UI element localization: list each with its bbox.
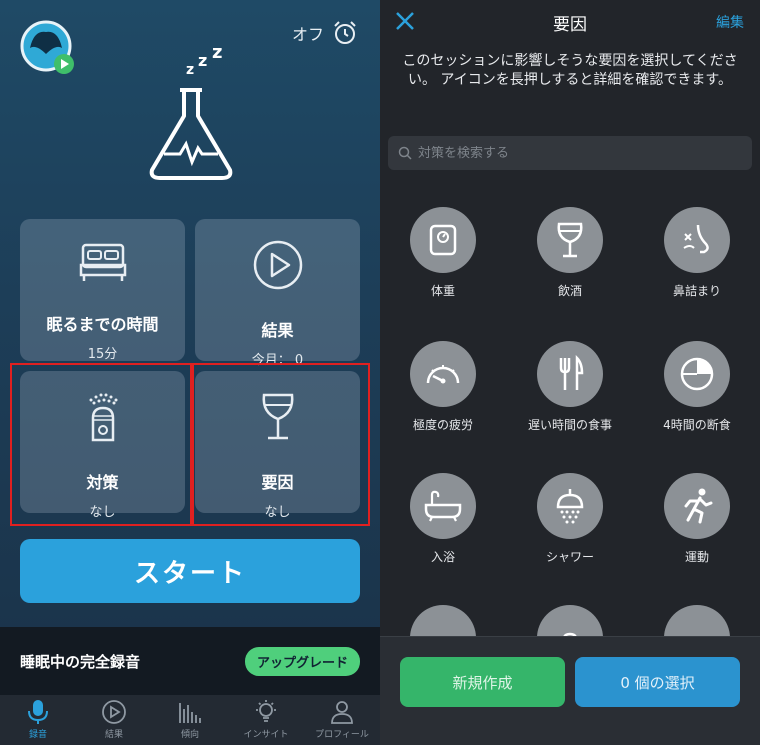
running-icon xyxy=(684,488,713,524)
factor-bath[interactable]: 入浴 xyxy=(380,473,506,565)
wine-glass-icon xyxy=(557,222,583,258)
alarm-toggle[interactable]: オフ xyxy=(292,20,358,46)
mic-icon xyxy=(28,700,48,724)
factor-label: 鼻詰まり xyxy=(672,284,721,298)
time-to-sleep-title: 眠るまでの時間 xyxy=(46,315,159,334)
factor-grid: 体重 飲酒 鼻詰まり 極度の疲労 遅い時間の食事 4時間の断食 入浴 シャワー … xyxy=(380,200,760,636)
factor-label: 飲酒 xyxy=(557,284,582,298)
alarm-status: オフ xyxy=(291,25,324,44)
factor-label: 運動 xyxy=(684,550,709,564)
factor-late-meal[interactable]: 遅い時間の食事 xyxy=(507,341,633,433)
factor-shower[interactable]: シャワー xyxy=(507,473,633,565)
pill-icon xyxy=(563,632,577,636)
results-title: 結果 xyxy=(261,321,294,340)
factor-weight[interactable]: 体重 xyxy=(380,207,506,299)
factor-exhaustion[interactable]: 極度の疲労 xyxy=(380,341,506,433)
factor-label: 4時間の断食 xyxy=(663,418,731,432)
play-icon xyxy=(102,700,126,724)
factor-partial-3[interactable] xyxy=(634,605,760,636)
factor-nasal-congestion[interactable]: 鼻詰まり xyxy=(634,207,760,299)
bottom-tab-bar: 録音 結果 傾向 インサイト プロフィール xyxy=(0,695,380,745)
svg-text:z: z xyxy=(186,62,194,78)
tab-profile-label: プロフィール xyxy=(315,730,369,740)
full-recording-banner: 睡眠中の完全録音 アップグレード xyxy=(0,627,380,695)
tab-insights[interactable]: インサイト xyxy=(228,699,304,740)
highlight-box-remedies xyxy=(10,363,192,526)
upgrade-button[interactable]: アップグレード xyxy=(244,646,360,676)
instructions-text: このセッションに影響しそうな要因を選択してください。 アイコンを長押しすると詳細… xyxy=(402,53,738,88)
tab-insights-label: インサイト xyxy=(243,730,289,740)
gauge-icon xyxy=(426,365,460,384)
bars-icon xyxy=(179,703,201,723)
tab-record[interactable]: 録音 xyxy=(0,699,76,740)
bed-icon xyxy=(79,243,126,281)
highlight-box-factors xyxy=(192,363,370,526)
tab-trends-label: 傾向 xyxy=(180,730,199,740)
nose-icon xyxy=(683,224,709,254)
lightbulb-icon xyxy=(256,700,276,722)
person-icon xyxy=(331,701,353,724)
time-to-sleep-value: 15分 xyxy=(87,347,118,362)
shower-icon xyxy=(556,489,584,524)
factor-exercise[interactable]: 運動 xyxy=(634,473,760,565)
play-circle-icon xyxy=(253,240,302,290)
selection-count-button[interactable]: 0 個の選択 xyxy=(575,657,740,707)
factor-label: 遅い時間の食事 xyxy=(527,418,612,432)
factor-4h-fasting[interactable]: 4時間の断食 xyxy=(634,341,760,433)
factor-alcohol[interactable]: 飲酒 xyxy=(507,207,633,299)
tab-record-label: 録音 xyxy=(28,730,47,740)
tab-results[interactable]: 結果 xyxy=(76,699,152,740)
fork-knife-icon xyxy=(559,355,584,390)
pie-clock-icon xyxy=(680,357,714,391)
factor-partial-2[interactable] xyxy=(507,605,633,636)
full-recording-label: 睡眠中の完全録音 xyxy=(20,652,141,671)
start-button[interactable]: スタート xyxy=(20,539,360,603)
factor-partial-1[interactable] xyxy=(380,605,506,636)
results-tile[interactable]: 結果 今月： 0 xyxy=(195,219,360,368)
svg-text:z: z xyxy=(198,51,207,70)
edit-link[interactable]: 編集 xyxy=(716,12,744,32)
svg-text:z: z xyxy=(212,44,222,63)
search-icon xyxy=(398,146,412,160)
create-new-button[interactable]: 新規作成 xyxy=(400,657,565,707)
scale-icon xyxy=(429,224,457,256)
factor-label: 入浴 xyxy=(430,550,455,564)
alarm-clock-icon xyxy=(334,21,356,44)
sleep-lab-illustration: z z z xyxy=(140,42,240,184)
action-panel: 新規作成 0 個の選択 xyxy=(380,636,760,745)
page-title: 要因 xyxy=(553,15,587,35)
bathtub-icon xyxy=(424,490,462,522)
search-bar[interactable] xyxy=(388,136,752,170)
tab-profile[interactable]: プロフィール xyxy=(304,699,380,740)
search-input[interactable] xyxy=(418,145,738,161)
tab-trends[interactable]: 傾向 xyxy=(152,699,228,740)
factor-label: 体重 xyxy=(430,284,455,298)
factor-label: 極度の疲労 xyxy=(412,418,473,432)
app-logo[interactable] xyxy=(20,20,76,76)
factor-label: シャワー xyxy=(545,550,594,564)
factors-screen: 要因 編集 このセッションに影響しそうな要因を選択してください。 アイコンを長押… xyxy=(380,0,760,745)
time-to-sleep-tile[interactable]: 眠るまでの時間 15分 xyxy=(20,219,185,362)
document-icon xyxy=(428,623,458,636)
tab-results-label: 結果 xyxy=(104,730,123,740)
sun-icon xyxy=(682,623,712,636)
recording-screen: オフ z z z 眠るまでの時間 15分 結果 今月： 0 対策 なし 要因 な… xyxy=(0,0,380,745)
